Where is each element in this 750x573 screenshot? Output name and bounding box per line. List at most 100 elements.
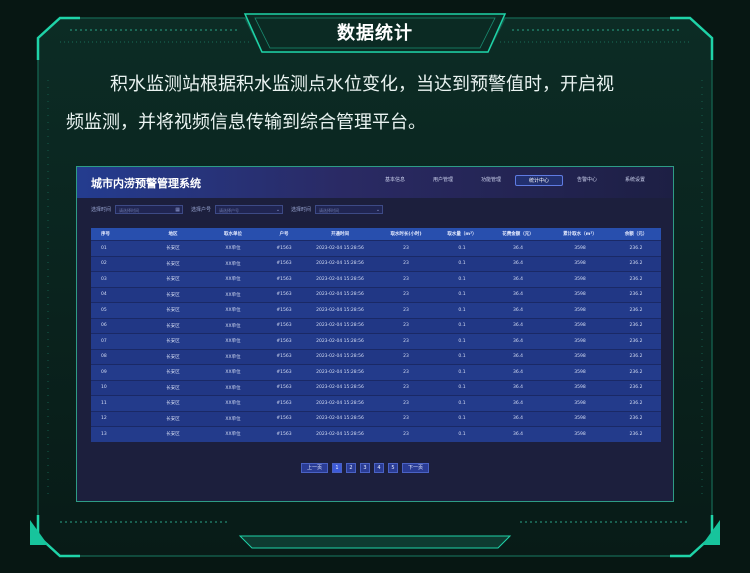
table-cell: 03 xyxy=(91,271,143,287)
table-cell: 2023-02-04 15:28:56 xyxy=(305,240,375,256)
table-cell: 3598 xyxy=(549,271,611,287)
table-cell: 长安区 xyxy=(143,286,203,303)
table-cell: XX单位 xyxy=(203,410,263,427)
pagination: 上一页 1 2 3 4 5 下一页 xyxy=(301,463,429,473)
nav-item-alarm-center[interactable]: 告警中心 xyxy=(563,175,611,186)
table-row: 06 长安区 XX单位 #1563 2023-02-04 15:28:56 23 0.1 36… xyxy=(91,317,661,334)
nav-item-basic-info[interactable]: 基本信息 xyxy=(371,175,419,186)
table-cell: 3598 xyxy=(549,333,611,349)
table-cell: #1563 xyxy=(263,395,305,411)
table-cell: XX单位 xyxy=(203,240,263,256)
table-cell: 长安区 xyxy=(143,317,203,334)
table-cell: 36.4 xyxy=(487,395,549,411)
table-cell: 0.1 xyxy=(437,271,487,287)
table-cell: 23 xyxy=(375,364,437,380)
table-cell: XX单位 xyxy=(203,364,263,380)
table-cell: 23 xyxy=(375,333,437,349)
table-cell: 236.2 xyxy=(611,379,661,396)
table-cell: 长安区 xyxy=(143,255,203,272)
prev-page-button[interactable]: 上一页 xyxy=(301,463,328,473)
table-cell: 36.4 xyxy=(487,348,549,365)
nav-item-user-management[interactable]: 用户管理 xyxy=(419,175,467,186)
page-button-4[interactable]: 4 xyxy=(374,463,384,473)
table-cell: 0.1 xyxy=(437,426,487,442)
table-cell: 236.2 xyxy=(611,302,661,318)
table-cell: 2023-02-04 15:28:56 xyxy=(305,348,375,365)
table-cell: 长安区 xyxy=(143,348,203,365)
table-cell: XX单位 xyxy=(203,348,263,365)
table-cell: #1563 xyxy=(263,426,305,442)
nav-item-system-settings[interactable]: 系统设置 xyxy=(611,175,659,186)
column-header: 地区 xyxy=(143,228,203,241)
table-cell: 36.4 xyxy=(487,426,549,442)
data-table: 序号 地区 取水单位 户号 开通时间 取水时长(小时) 取水量（m³） 花费金额（元） 累计取水… xyxy=(91,228,661,442)
next-page-button[interactable]: 下一页 xyxy=(402,463,429,473)
time-picker-input[interactable]: 请选择时间 ▦ xyxy=(115,204,184,214)
table-cell: 3598 xyxy=(549,255,611,272)
table-row: 01 长安区 XX单位 #1563 2023-02-04 15:28:56 23 0.1 36… xyxy=(91,240,661,256)
table-cell: 0.1 xyxy=(437,410,487,427)
time-select[interactable]: 请选择时间 ⌄ xyxy=(315,204,384,214)
table-cell: 2023-02-04 15:28:56 xyxy=(305,271,375,287)
table-row: 12 长安区 XX单位 #1563 2023-02-04 15:28:56 23 0.1 36… xyxy=(91,410,661,427)
nav-item-statistics-center[interactable]: 统计中心 xyxy=(515,175,563,186)
table-cell: 236.2 xyxy=(611,395,661,411)
table-cell: 36.4 xyxy=(487,240,549,256)
table-cell: 0.1 xyxy=(437,379,487,396)
table-cell: 3598 xyxy=(549,426,611,442)
calendar-icon: ▦ xyxy=(175,206,181,213)
account-select[interactable]: 请选择户号 ⌄ xyxy=(215,204,284,214)
table-cell: 0.1 xyxy=(437,348,487,365)
table-cell: XX单位 xyxy=(203,426,263,442)
table-cell: 0.1 xyxy=(437,317,487,334)
table-cell: 13 xyxy=(91,426,143,442)
table-cell: 3598 xyxy=(549,348,611,365)
table-cell: 2023-02-04 15:28:56 xyxy=(305,379,375,396)
column-header: 序号 xyxy=(91,228,143,241)
page-button-1[interactable]: 1 xyxy=(332,463,342,473)
time-picker-placeholder: 请选择时间 xyxy=(119,207,140,213)
table-cell: 23 xyxy=(375,395,437,411)
table-header: 序号 地区 取水单位 户号 开通时间 取水时长(小时) 取水量（m³） 花费金额（元） 累计取水… xyxy=(91,228,661,241)
time-select-placeholder: 请选择时间 xyxy=(319,207,340,213)
table-row: 13 长安区 XX单位 #1563 2023-02-04 15:28:56 23 0.1 36… xyxy=(91,426,661,442)
filter-label-account: 选择户号 xyxy=(191,206,212,213)
table-cell: #1563 xyxy=(263,271,305,287)
column-header: 取水时长(小时) xyxy=(375,228,437,241)
table-cell: 23 xyxy=(375,379,437,396)
table-row: 11 长安区 XX单位 #1563 2023-02-04 15:28:56 23 0.1 36… xyxy=(91,395,661,411)
nav-item-function-management[interactable]: 功能管理 xyxy=(467,175,515,186)
page-button-5[interactable]: 5 xyxy=(388,463,398,473)
table-cell: 长安区 xyxy=(143,379,203,396)
table-cell: XX单位 xyxy=(203,317,263,334)
table-body: 01 长安区 XX单位 #1563 2023-02-04 15:28:56 23 0.1 36… xyxy=(91,240,661,442)
table-cell: #1563 xyxy=(263,240,305,256)
table-cell: 236.2 xyxy=(611,426,661,442)
table-cell: 23 xyxy=(375,348,437,365)
app-header: 城市内涝预警管理系统 基本信息 用户管理 功能管理 统计中心 告警中心 系统设置 xyxy=(77,167,673,198)
chevron-down-icon: ⌄ xyxy=(375,206,381,213)
page-button-3[interactable]: 3 xyxy=(360,463,370,473)
table-cell: 05 xyxy=(91,302,143,318)
table-row: 04 长安区 XX单位 #1563 2023-02-04 15:28:56 23 0.1 36… xyxy=(91,286,661,303)
table-cell: 36.4 xyxy=(487,271,549,287)
table-cell: 06 xyxy=(91,317,143,334)
description-line-1: 积水监测站根据积水监测点水位变化，当达到预警值时，开启视 xyxy=(110,74,614,95)
column-header: 开通时间 xyxy=(305,228,375,241)
app-window: 城市内涝预警管理系统 基本信息 用户管理 功能管理 统计中心 告警中心 系统设置… xyxy=(76,166,674,502)
table-row: 02 长安区 XX单位 #1563 2023-02-04 15:28:56 23 0.1 36… xyxy=(91,255,661,272)
table-row: 08 长安区 XX单位 #1563 2023-02-04 15:28:56 23 0.1 36… xyxy=(91,348,661,365)
table-row: 10 长安区 XX单位 #1563 2023-02-04 15:28:56 23 0.1 36… xyxy=(91,379,661,396)
table-cell: #1563 xyxy=(263,333,305,349)
table-cell: 23 xyxy=(375,271,437,287)
filter-label-time-2: 选择时间 xyxy=(291,206,312,213)
app-title: 城市内涝预警管理系统 xyxy=(91,177,201,190)
table-cell: 23 xyxy=(375,286,437,303)
table-cell: 36.4 xyxy=(487,333,549,349)
page-button-2[interactable]: 2 xyxy=(346,463,356,473)
table-cell: 23 xyxy=(375,240,437,256)
column-header: 取水量（m³） xyxy=(437,228,487,241)
section-title: 数据统计 xyxy=(337,23,413,44)
table-cell: 3598 xyxy=(549,395,611,411)
table-cell: 长安区 xyxy=(143,240,203,256)
